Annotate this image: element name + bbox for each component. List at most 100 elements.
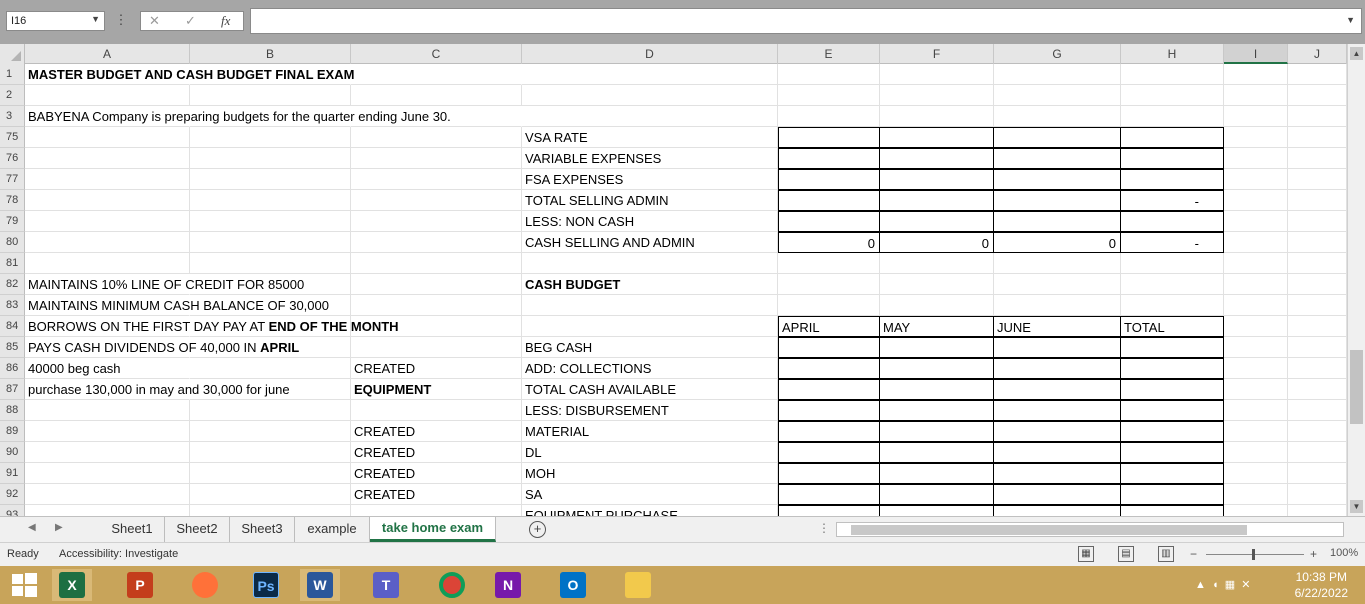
zoom-level[interactable]: 100% (1330, 547, 1358, 559)
cell-f79[interactable] (880, 211, 994, 232)
cell-a90[interactable] (25, 442, 190, 463)
cell-j83[interactable] (1288, 295, 1347, 316)
cell-b1[interactable] (190, 64, 351, 85)
row-header[interactable]: 81 (0, 253, 25, 274)
cell-c88[interactable] (351, 400, 522, 421)
cell-b82[interactable] (190, 274, 351, 295)
cell-d76[interactable]: VARIABLE EXPENSES (522, 148, 778, 169)
cell-h89[interactable] (1121, 421, 1224, 442)
cell-c3[interactable] (351, 106, 522, 127)
accessibility-status[interactable]: Accessibility: Investigate (59, 548, 178, 560)
cell-j90[interactable] (1288, 442, 1347, 463)
column-header-c[interactable]: C (351, 44, 522, 64)
cell-j77[interactable] (1288, 169, 1347, 190)
cell-c89[interactable]: CREATED (351, 421, 522, 442)
cell-h85[interactable] (1121, 337, 1224, 358)
zoom-slider[interactable] (1206, 554, 1304, 555)
cell-b90[interactable] (190, 442, 351, 463)
cell-i3[interactable] (1224, 106, 1288, 127)
cell-e90[interactable] (778, 442, 880, 463)
cell-e75[interactable] (778, 127, 880, 148)
cell-b89[interactable] (190, 421, 351, 442)
cell-b78[interactable] (190, 190, 351, 211)
cell-c83[interactable] (351, 295, 522, 316)
taskbar-file-explorer[interactable] (618, 569, 658, 601)
cell-a81[interactable] (25, 253, 190, 274)
cell-i89[interactable] (1224, 421, 1288, 442)
row-header[interactable]: 75 (0, 127, 25, 148)
cell-j82[interactable] (1288, 274, 1347, 295)
cell-i85[interactable] (1224, 337, 1288, 358)
cell-f92[interactable] (880, 484, 994, 505)
cell-h82[interactable] (1121, 274, 1224, 295)
cell-i2[interactable] (1224, 85, 1288, 106)
cell-i84[interactable] (1224, 316, 1288, 337)
cell-d75[interactable]: VSA RATE (522, 127, 778, 148)
cell-g83[interactable] (994, 295, 1121, 316)
cell-d85[interactable]: BEG CASH (522, 337, 778, 358)
cell-e3[interactable] (778, 106, 880, 127)
cell-i86[interactable] (1224, 358, 1288, 379)
cell-b3[interactable] (190, 106, 351, 127)
start-button[interactable] (4, 569, 44, 601)
cell-b85[interactable] (190, 337, 351, 358)
row-header[interactable]: 78 (0, 190, 25, 211)
taskbar-powerpoint[interactable]: P (120, 569, 160, 601)
cell-h1[interactable] (1121, 64, 1224, 85)
cell-g84[interactable]: JUNE (994, 316, 1121, 337)
row-header[interactable]: 93 (0, 505, 25, 516)
column-header-d[interactable]: D (522, 44, 778, 64)
cell-e89[interactable] (778, 421, 880, 442)
cell-h2[interactable] (1121, 85, 1224, 106)
cell-d86[interactable]: ADD: COLLECTIONS (522, 358, 778, 379)
cell-b92[interactable] (190, 484, 351, 505)
column-header-h[interactable]: H (1121, 44, 1224, 64)
cell-j87[interactable] (1288, 379, 1347, 400)
cell-f85[interactable] (880, 337, 994, 358)
cell-j86[interactable] (1288, 358, 1347, 379)
cell-a2[interactable] (25, 85, 190, 106)
cell-j91[interactable] (1288, 463, 1347, 484)
column-header-g[interactable]: G (994, 44, 1121, 64)
cell-d1[interactable] (522, 64, 778, 85)
tab-sheet3[interactable]: Sheet3 (230, 517, 295, 542)
horizontal-scrollbar[interactable] (836, 522, 1344, 537)
cell-j79[interactable] (1288, 211, 1347, 232)
page-break-view-icon[interactable]: ▥ (1158, 546, 1174, 562)
column-header-f[interactable]: F (880, 44, 994, 64)
cell-d84[interactable] (522, 316, 778, 337)
cell-j76[interactable] (1288, 148, 1347, 169)
cell-g81[interactable] (994, 253, 1121, 274)
cell-i75[interactable] (1224, 127, 1288, 148)
cell-b75[interactable] (190, 127, 351, 148)
cell-b91[interactable] (190, 463, 351, 484)
cell-d77[interactable]: FSA EXPENSES (522, 169, 778, 190)
cell-h75[interactable] (1121, 127, 1224, 148)
expand-formula-icon[interactable]: ▼ (1346, 15, 1355, 25)
cell-c77[interactable] (351, 169, 522, 190)
cell-c75[interactable] (351, 127, 522, 148)
taskbar-teams[interactable]: T (366, 569, 406, 601)
cell-j80[interactable] (1288, 232, 1347, 253)
cell-g86[interactable] (994, 358, 1121, 379)
cell-g85[interactable] (994, 337, 1121, 358)
row-header[interactable]: 82 (0, 274, 25, 295)
cell-c76[interactable] (351, 148, 522, 169)
zoom-out-button[interactable]: − (1190, 547, 1197, 561)
cell-i91[interactable] (1224, 463, 1288, 484)
row-header[interactable]: 88 (0, 400, 25, 421)
cell-e1[interactable] (778, 64, 880, 85)
cell-c87[interactable]: EQUIPMENT (351, 379, 522, 400)
cell-h93[interactable] (1121, 505, 1224, 516)
cell-g89[interactable] (994, 421, 1121, 442)
cell-i93[interactable] (1224, 505, 1288, 516)
cell-j2[interactable] (1288, 85, 1347, 106)
cell-g90[interactable] (994, 442, 1121, 463)
column-header-a[interactable]: A (25, 44, 190, 64)
insert-function-icon[interactable]: fx (221, 13, 230, 29)
cell-b87[interactable] (190, 379, 351, 400)
taskbar-onenote[interactable]: N (488, 569, 528, 601)
cell-f2[interactable] (880, 85, 994, 106)
cell-g2[interactable] (994, 85, 1121, 106)
cell-h90[interactable] (1121, 442, 1224, 463)
